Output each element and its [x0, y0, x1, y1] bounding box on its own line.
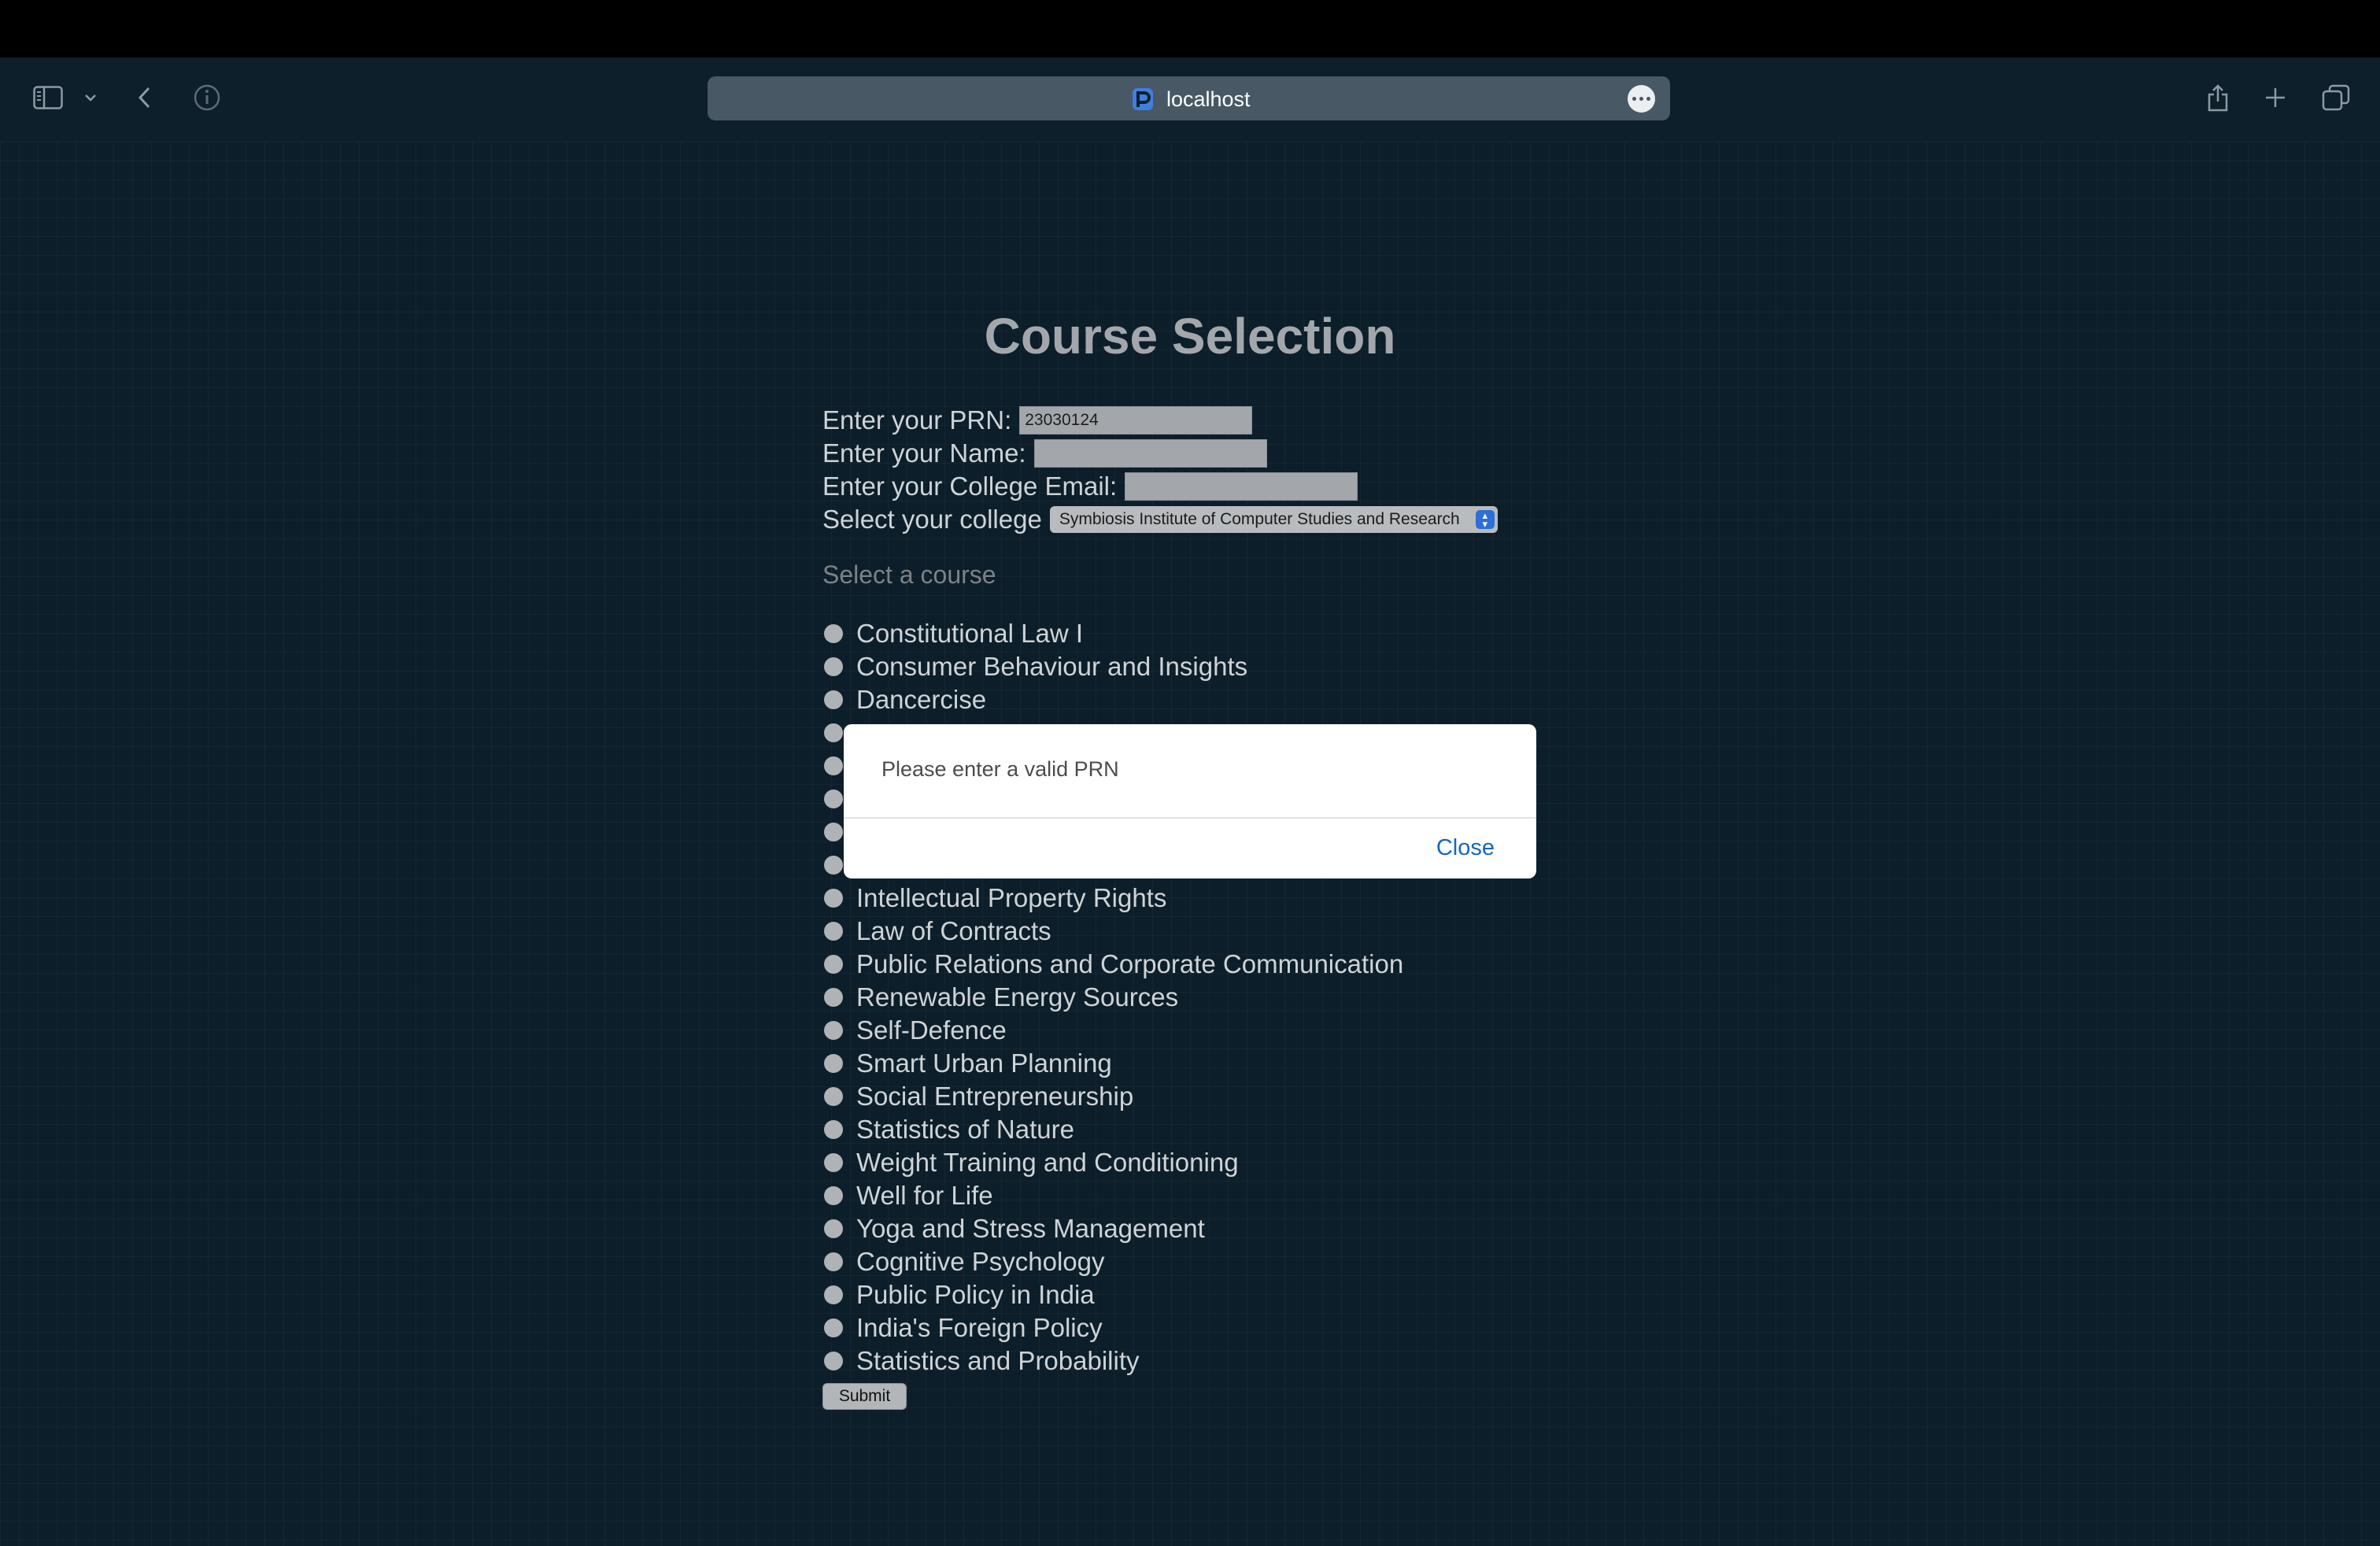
course-label: Statistics of Nature [856, 1115, 1074, 1144]
chevron-down-icon[interactable] [82, 82, 99, 113]
course-label: Public Policy in India [856, 1280, 1095, 1309]
course-label: Constitutional Law I [856, 619, 1083, 648]
course-option[interactable]: Renewable Energy Sources [824, 981, 1178, 1014]
radio-button[interactable] [824, 889, 843, 908]
course-label: Public Relations and Corporate Communica… [856, 949, 1404, 978]
college-select-value: Symbiosis Institute of Computer Studies … [1059, 510, 1460, 528]
college-row: Select your college Symbiosis Institute … [822, 504, 1498, 535]
course-option[interactable]: India's Foreign Policy [824, 1311, 1103, 1344]
course-label: Smart Urban Planning [856, 1049, 1112, 1078]
course-option[interactable]: Constitutional Law I [824, 617, 1083, 650]
alert-dialog: Please enter a valid PRN Close [844, 724, 1536, 878]
radio-button[interactable] [824, 955, 843, 974]
course-label: Yoga and Stress Management [856, 1214, 1205, 1243]
radio-button[interactable] [824, 823, 843, 841]
prn-label: Enter your PRN: [822, 405, 1012, 435]
email-input[interactable] [1125, 472, 1358, 501]
course-label: India's Foreign Policy [856, 1313, 1103, 1342]
radio-button[interactable] [824, 756, 843, 775]
email-label: Enter your College Email: [822, 472, 1118, 501]
course-label: Self-Defence [856, 1015, 1007, 1045]
course-label: Cognitive Psychology [856, 1247, 1105, 1276]
email-row: Enter your College Email: [822, 471, 1358, 502]
radio-button[interactable] [824, 1285, 843, 1304]
alert-message: Please enter a valid PRN [881, 757, 1119, 781]
course-label: Social Entrepreneurship [856, 1082, 1134, 1111]
name-label: Enter your Name: [822, 438, 1026, 468]
course-label: Consumer Behaviour and Insights [856, 652, 1248, 681]
course-label: Statistics and Probability [856, 1346, 1140, 1375]
radio-button[interactable] [824, 723, 843, 742]
tab-overview-icon[interactable] [2320, 82, 2352, 113]
more-options-icon[interactable] [1628, 85, 1655, 113]
course-option[interactable]: Public Policy in India [824, 1278, 1095, 1311]
radio-button[interactable] [824, 657, 843, 676]
course-option[interactable]: Law of Contracts [824, 915, 1051, 948]
system-menu-bar [0, 0, 2380, 57]
radio-button[interactable] [824, 856, 843, 875]
course-heading: Select a course [822, 560, 996, 589]
course-option[interactable]: Weight Training and Conditioning [824, 1146, 1239, 1179]
name-input[interactable] [1033, 439, 1267, 468]
course-option[interactable]: Yoga and Stress Management [824, 1212, 1205, 1245]
course-option[interactable]: Statistics and Probability [824, 1344, 1140, 1378]
submit-button[interactable]: Submit [822, 1383, 907, 1410]
sidebar-toggle-icon[interactable] [31, 82, 65, 113]
radio-button[interactable] [824, 1153, 843, 1172]
course-label: Intellectual Property Rights [856, 883, 1167, 912]
course-label: Renewable Energy Sources [856, 982, 1179, 1012]
radio-button[interactable] [824, 624, 843, 643]
course-option[interactable]: Intellectual Property Rights [824, 882, 1166, 915]
radio-button[interactable] [824, 1319, 843, 1337]
radio-button[interactable] [824, 1352, 843, 1370]
radio-button[interactable] [824, 1120, 843, 1139]
course-option[interactable]: Cognitive Psychology [824, 1245, 1105, 1278]
radio-button[interactable] [824, 1186, 843, 1205]
radio-button[interactable] [824, 690, 843, 709]
radio-button[interactable] [824, 1219, 843, 1238]
radio-button[interactable] [824, 988, 843, 1007]
radio-button[interactable] [824, 1252, 843, 1271]
select-arrows-icon: ▴ ▾ [1475, 510, 1495, 529]
course-option[interactable]: Statistics of Nature [824, 1113, 1074, 1146]
course-label: Law of Contracts [856, 916, 1051, 945]
course-option[interactable]: Smart Urban Planning [824, 1047, 1112, 1080]
close-button[interactable]: Close [1436, 835, 1495, 861]
radio-button[interactable] [824, 1054, 843, 1073]
radio-button[interactable] [824, 1087, 843, 1106]
course-label: Well for Life [856, 1181, 993, 1210]
course-option[interactable]: Dancercise [824, 683, 986, 716]
college-select[interactable]: Symbiosis Institute of Computer Studies … [1049, 506, 1498, 533]
prn-input[interactable]: 23030124 [1019, 406, 1253, 435]
radio-button[interactable] [824, 790, 843, 808]
course-option[interactable]: Consumer Behaviour and Insights [824, 650, 1247, 683]
page-title: Course Selection [984, 308, 1396, 364]
site-favicon-icon [1129, 86, 1156, 113]
name-row: Enter your Name: [822, 438, 1267, 469]
course-option[interactable]: Well for Life [824, 1179, 993, 1212]
course-option[interactable]: Social Entrepreneurship [824, 1080, 1133, 1113]
prn-row: Enter your PRN: 23030124 [822, 405, 1253, 436]
radio-button[interactable] [824, 1021, 843, 1040]
college-label: Select your college [822, 505, 1042, 534]
course-option[interactable]: Self-Defence [824, 1014, 1007, 1047]
course-label: Dancercise [856, 685, 987, 714]
radio-button[interactable] [824, 922, 843, 941]
alert-divider [844, 817, 1536, 819]
course-label: Weight Training and Conditioning [856, 1148, 1239, 1177]
course-option[interactable]: Public Relations and Corporate Communica… [824, 948, 1403, 981]
info-icon[interactable] [193, 82, 221, 113]
share-icon[interactable] [2204, 82, 2232, 113]
address-text[interactable]: localhost [1166, 86, 1251, 113]
back-arrow-icon[interactable] [134, 82, 154, 113]
new-tab-plus-icon[interactable] [2261, 82, 2289, 113]
